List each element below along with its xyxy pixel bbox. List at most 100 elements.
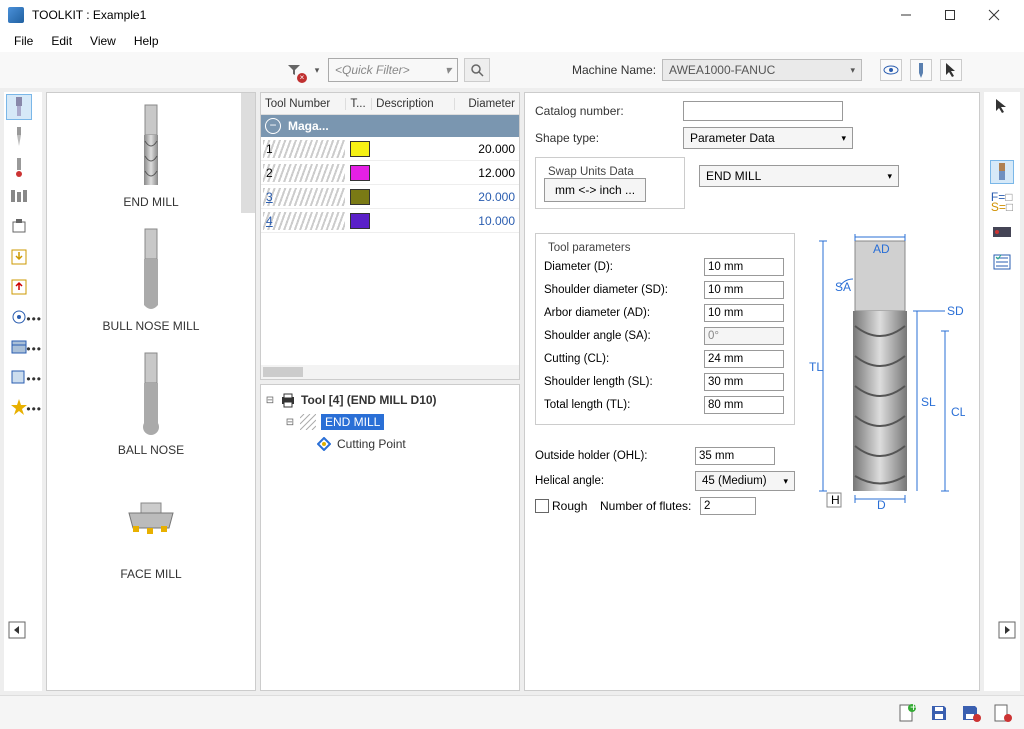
tool-number-cell: 3 <box>263 188 345 206</box>
expand-icon[interactable]: ⊟ <box>285 417 295 428</box>
filter-dropdown-arrow[interactable]: ▾ <box>312 65 322 76</box>
tree-node-endmill[interactable]: ⊟ END MILL <box>265 411 515 433</box>
col-tool-number[interactable]: Tool Number <box>261 98 346 110</box>
titlebar: TOOLKIT : Example1 <box>0 0 1024 30</box>
catalog-label: Catalog number: <box>535 104 675 118</box>
doc-action-icon[interactable]: ••• <box>6 364 32 390</box>
statusbar: + <box>0 695 1024 729</box>
filter-button[interactable]: × <box>282 58 306 82</box>
swap-legend: Swap Units Data <box>544 166 638 178</box>
checklist-icon[interactable] <box>990 250 1014 274</box>
doc-warning-icon[interactable] <box>992 702 1014 724</box>
tool-category-multi-icon[interactable] <box>6 184 32 210</box>
tool-view-icon[interactable] <box>990 160 1014 184</box>
tool-category-probe-icon[interactable] <box>6 154 32 180</box>
import-icon[interactable] <box>6 244 32 270</box>
settings-icon[interactable]: ••• <box>6 304 32 330</box>
param-row: Shoulder length (SL): <box>544 373 786 391</box>
save-warning-icon[interactable] <box>960 702 982 724</box>
new-doc-icon[interactable]: + <box>896 702 918 724</box>
param-input <box>704 327 784 345</box>
machine-icon[interactable] <box>990 220 1014 244</box>
chevron-down-icon: ▾ <box>445 63 451 77</box>
ohl-input[interactable] <box>695 447 775 465</box>
tool-category-endmill-icon[interactable] <box>6 94 32 120</box>
col-diameter[interactable]: Diameter <box>455 98 519 110</box>
tool-palette-icon[interactable] <box>910 59 932 81</box>
window-title: TOOLKIT : Example1 <box>32 8 146 22</box>
menu-view[interactable]: View <box>82 32 124 50</box>
swap-units-button[interactable]: mm <-> inch ... <box>544 178 646 202</box>
tree-node-label: Cutting Point <box>337 437 406 451</box>
diamond-icon <box>315 435 333 453</box>
helical-select[interactable]: 45 (Medium)▾ <box>695 471 795 491</box>
table-row[interactable]: 4 10.000 <box>261 209 519 233</box>
pointer-icon[interactable] <box>990 94 1014 118</box>
table-action-icon[interactable]: ••• <box>6 334 32 360</box>
table-row[interactable]: 2 12.000 <box>261 161 519 185</box>
quick-filter-combo[interactable]: <Quick Filter> ▾ <box>328 58 458 82</box>
tool-type-item[interactable]: BULL NOSE MILL <box>47 217 255 341</box>
param-label: Diameter (D): <box>544 261 704 273</box>
menu-file[interactable]: File <box>6 32 41 50</box>
minimize-button[interactable] <box>884 0 928 30</box>
svg-text:CL: CL <box>951 405 965 419</box>
close-button[interactable] <box>972 0 1016 30</box>
table-row[interactable]: 3 20.000 <box>261 185 519 209</box>
tool-type-item[interactable]: BALL NOSE <box>47 341 255 465</box>
menu-edit[interactable]: Edit <box>43 32 80 50</box>
param-row: Arbor diameter (AD): <box>544 304 786 322</box>
flutes-input[interactable] <box>700 497 756 515</box>
magazine-row[interactable]: − Maga... <box>261 115 519 137</box>
param-input[interactable] <box>704 304 784 322</box>
expand-icon[interactable]: ⊟ <box>265 395 275 406</box>
catalog-input[interactable] <box>683 101 843 121</box>
view-icon-1[interactable] <box>880 59 902 81</box>
table-header: Tool Number T... Description Diameter <box>261 93 519 115</box>
cursor-icon[interactable] <box>940 59 962 81</box>
save-icon[interactable] <box>928 702 950 724</box>
param-input[interactable] <box>704 373 784 391</box>
tool-type-list[interactable]: END MILL BULL NOSE MILL BALL NOSE FACE M… <box>46 92 256 691</box>
tool-category-holder-icon[interactable] <box>6 214 32 240</box>
favorite-icon[interactable]: ••• <box>6 394 32 420</box>
horizontal-scrollbar[interactable] <box>261 365 519 379</box>
table-row[interactable]: 1 20.000 <box>261 137 519 161</box>
col-description[interactable]: Description <box>372 98 455 110</box>
menu-help[interactable]: Help <box>126 32 167 50</box>
top-toolbar: × ▾ <Quick Filter> ▾ Machine Name: AWEA1… <box>0 52 1024 88</box>
app-icon <box>8 7 24 23</box>
tree-root[interactable]: ⊟ Tool [4] (END MILL D10) <box>265 389 515 411</box>
tool-type-item[interactable]: FACE MILL <box>47 465 255 589</box>
main-area: ••• ••• ••• ••• END MILL BULL NOSE MILL … <box>0 88 1024 695</box>
param-label: Cutting (CL): <box>544 353 704 365</box>
tool-type-select[interactable]: END MILL▾ <box>699 165 899 187</box>
param-input[interactable] <box>704 396 784 414</box>
collapse-right-icon[interactable] <box>998 621 1016 639</box>
svg-text:+: + <box>910 703 916 714</box>
maximize-button[interactable] <box>928 0 972 30</box>
param-input[interactable] <box>704 281 784 299</box>
param-label: Shoulder diameter (SD): <box>544 284 704 296</box>
search-icon <box>470 63 484 77</box>
rough-checkbox[interactable] <box>535 499 549 513</box>
tool-type-label: END MILL <box>123 195 178 209</box>
tree-node-cutting-point[interactable]: Cutting Point <box>265 433 515 455</box>
tool-type-label: BULL NOSE MILL <box>103 319 200 333</box>
collapse-left-icon[interactable] <box>8 621 26 639</box>
diagram-ad-label: AD <box>873 242 890 256</box>
col-t[interactable]: T... <box>346 98 372 110</box>
shape-select[interactable]: Parameter Data▾ <box>683 127 853 149</box>
param-input[interactable] <box>704 350 784 368</box>
fs-toggle-icon[interactable]: F=□S=□ <box>990 190 1014 214</box>
tool-category-drill-icon[interactable] <box>6 124 32 150</box>
machine-name-select[interactable]: AWEA1000-FANUC ▾ <box>662 59 862 81</box>
tool-table: Tool Number T... Description Diameter − … <box>260 92 520 380</box>
tool-type-item[interactable]: END MILL <box>47 93 255 217</box>
collapse-icon[interactable]: − <box>265 118 281 134</box>
export-icon[interactable] <box>6 274 32 300</box>
param-input[interactable] <box>704 258 784 276</box>
search-button[interactable] <box>464 58 490 82</box>
scrollbar-thumb[interactable] <box>241 93 255 213</box>
param-label: Total length (TL): <box>544 399 704 411</box>
